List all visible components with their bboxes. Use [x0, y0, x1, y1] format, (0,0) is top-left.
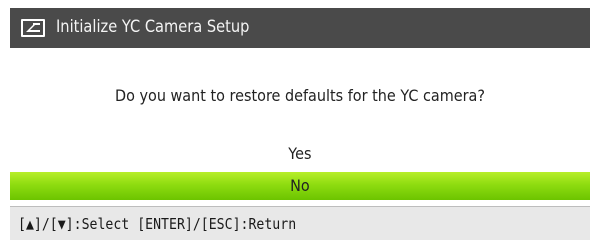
option-yes[interactable]: Yes	[10, 140, 590, 168]
option-no-label: No	[290, 176, 310, 195]
title-bar: Initialize YC Camera Setup	[10, 8, 590, 48]
return-arrow-icon	[20, 18, 46, 38]
option-yes-label: Yes	[288, 144, 312, 163]
initialize-yc-camera-dialog: Initialize YC Camera Setup Do you want t…	[10, 8, 590, 240]
dialog-content: Do you want to restore defaults for the …	[10, 48, 590, 206]
screen: Initialize YC Camera Setup Do you want t…	[0, 0, 598, 245]
footer-help-bar: [▲]/[▼]:Select [ENTER]/[ESC]:Return	[10, 206, 590, 240]
footer-help-text: [▲]/[▼]:Select [ENTER]/[ESC]:Return	[18, 215, 297, 233]
dialog-question: Do you want to restore defaults for the …	[115, 86, 485, 105]
dialog-title: Initialize YC Camera Setup	[56, 17, 250, 37]
option-no[interactable]: No	[10, 172, 590, 200]
